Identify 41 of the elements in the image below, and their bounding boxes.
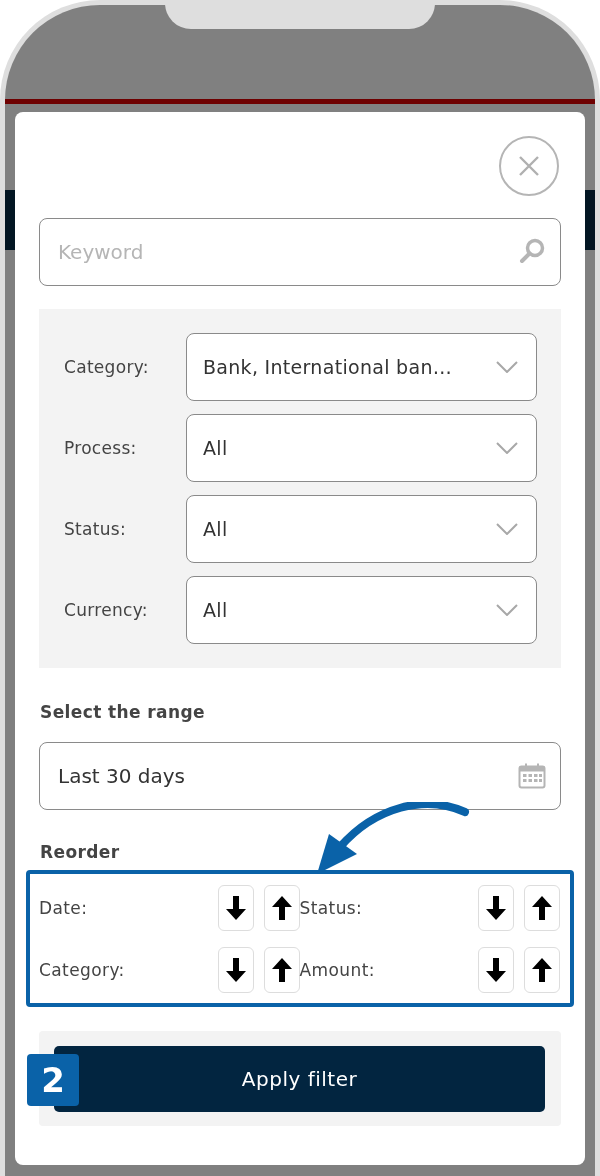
date-range-field[interactable]: Last 30 days xyxy=(39,742,561,810)
arrow-down-icon xyxy=(225,896,246,920)
sort-label: Status: xyxy=(299,898,364,918)
sort-ascending-button[interactable] xyxy=(524,885,560,931)
sort-descending-button[interactable] xyxy=(478,885,514,931)
close-icon xyxy=(517,154,541,178)
sort-ascending-button[interactable] xyxy=(263,947,300,993)
chevron-down-icon xyxy=(496,604,518,616)
arrow-up-icon xyxy=(532,896,552,920)
chevron-down-icon xyxy=(496,361,518,373)
arrow-up-icon xyxy=(271,958,292,982)
chevron-down-icon xyxy=(496,442,518,454)
arrow-down-icon xyxy=(486,958,506,982)
sort-ascending-button[interactable] xyxy=(263,885,300,931)
arrow-up-icon xyxy=(532,958,552,982)
sort-label: Amount: xyxy=(299,960,376,980)
search-field[interactable]: Keyword xyxy=(39,218,561,286)
arrow-down-icon xyxy=(225,958,246,982)
filter-label: Process: xyxy=(64,438,138,458)
calendar-icon xyxy=(518,763,546,789)
sort-descending-button[interactable] xyxy=(217,885,254,931)
arrow-down-icon xyxy=(486,896,506,920)
sort-label: Date: xyxy=(39,898,89,918)
sort-ascending-button[interactable] xyxy=(524,947,560,993)
dropdown[interactable]: All xyxy=(186,414,537,482)
sort-descending-button[interactable] xyxy=(217,947,254,993)
dropdown[interactable]: Bank, International ban… xyxy=(186,333,537,401)
arrow-up-icon xyxy=(271,896,292,920)
sort-descending-button[interactable] xyxy=(478,947,514,993)
section-title: Reorder xyxy=(40,842,121,862)
section-title: Select the range xyxy=(40,702,206,722)
filter-label: Category: xyxy=(64,357,150,377)
dropdown[interactable]: All xyxy=(186,576,537,644)
chevron-down-icon xyxy=(496,523,518,535)
dropdown[interactable]: All xyxy=(186,495,537,563)
header-bar xyxy=(5,190,15,250)
filter-label: Currency: xyxy=(64,600,149,620)
step-badge: 2 xyxy=(27,1054,79,1106)
header-bar xyxy=(585,190,595,250)
filter-label: Status: xyxy=(64,519,127,539)
sort-label: Category: xyxy=(39,960,126,980)
